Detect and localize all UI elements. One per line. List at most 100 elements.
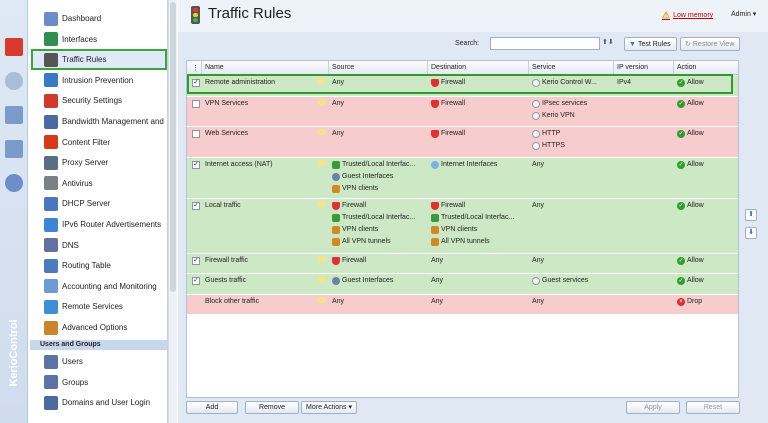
search-input[interactable] <box>490 37 600 50</box>
table-row[interactable]: ✓ Local traffic Firewall Trusted/Local Inte… <box>187 199 738 254</box>
rule-enabled-checkbox[interactable] <box>192 100 200 108</box>
nav-item-domains-and-user-login[interactable]: Domains and User Login <box>32 393 166 412</box>
nav-item-label: Domains and User Login <box>62 398 151 407</box>
rule-action[interactable]: ✓ Allow <box>677 97 704 110</box>
guest-icon <box>332 173 340 181</box>
nav-item-dns[interactable]: DNS <box>32 236 166 255</box>
rule-service-text: Any <box>532 257 545 264</box>
table-row[interactable]: ✓ Internet access (NAT) Trusted/Local Inte… <box>187 158 738 199</box>
low-memory-link[interactable]: Low memory <box>673 12 713 19</box>
rule-enabled-checkbox[interactable]: ✓ <box>192 202 200 210</box>
rule-enabled-checkbox[interactable] <box>192 130 200 138</box>
bandwidth-icon <box>44 114 58 129</box>
rule-service-entry: Kerio VPN <box>532 110 615 122</box>
rule-service-text: Any <box>532 298 545 305</box>
rule-destination-entry: Trusted/Local Interfac... <box>431 212 530 224</box>
low-memory-warning[interactable]: ⚠ Low memory <box>662 10 713 21</box>
nav-item-accounting-and-monitoring[interactable]: Accounting and Monitoring <box>32 277 166 296</box>
rule-source-entry: Any <box>332 98 429 110</box>
rule-enabled-checkbox[interactable]: ✓ <box>192 277 200 285</box>
column-header-destination[interactable]: Destination <box>431 64 466 71</box>
column-header-action[interactable]: Action <box>677 64 696 71</box>
logs-icon[interactable] <box>5 140 23 158</box>
nav-item-remote-services[interactable]: Remote Services <box>32 297 166 316</box>
rule-action[interactable]: ✓ Allow <box>677 199 704 212</box>
rule-source: Any <box>332 295 429 308</box>
reset-button[interactable]: Reset <box>686 401 740 414</box>
rule-enabled-checkbox[interactable]: ✓ <box>192 257 200 265</box>
column-separator[interactable] <box>673 61 674 75</box>
comment-icon[interactable] <box>317 129 326 135</box>
rule-source: Any <box>332 127 429 140</box>
comment-icon[interactable] <box>317 160 326 166</box>
column-handle-icon[interactable]: ⋮ <box>192 64 199 72</box>
comment-icon[interactable] <box>317 276 326 282</box>
column-separator[interactable] <box>427 61 428 75</box>
group-icon <box>44 375 58 389</box>
nav-item-label: DNS <box>62 240 79 250</box>
column-header-source[interactable]: Source <box>332 64 354 71</box>
rule-action[interactable]: ✓ Allow <box>677 254 704 267</box>
rule-action[interactable]: ✓ Allow <box>677 127 704 140</box>
restore-view-label: Restore View <box>692 40 735 48</box>
search-nav-arrows[interactable]: ⬆⬇ <box>602 38 620 49</box>
nav-item-dashboard[interactable]: Dashboard <box>32 9 166 28</box>
nav-item-groups[interactable]: Groups <box>32 373 166 392</box>
table-row[interactable]: Web Services Any Firewall HTTP HTTPS ✓ Allow <box>187 127 738 158</box>
test-rules-button[interactable]: ▼ Test Rules <box>624 37 677 51</box>
restore-view-button[interactable]: ↻ Restore View <box>680 37 740 51</box>
column-separator[interactable] <box>528 61 529 75</box>
nav-item-proxy-server[interactable]: Proxy Server <box>32 153 166 172</box>
rule-source-entry: Any <box>332 128 429 140</box>
status-icon[interactable] <box>5 174 23 192</box>
column-header-service[interactable]: Service <box>532 64 555 71</box>
nav-item-interfaces[interactable]: Interfaces <box>32 30 166 49</box>
nav-item-bandwidth-management-and[interactable]: Bandwidth Management and <box>32 112 166 131</box>
move-up-button[interactable]: ⬆ <box>745 209 757 221</box>
nav-item-intrusion-prevention[interactable]: Intrusion Prevention <box>32 71 166 90</box>
comment-icon[interactable] <box>317 256 326 262</box>
nav-item-content-filter[interactable]: Content Filter <box>32 133 166 152</box>
table-row[interactable]: ✓ Firewall traffic Firewall Any Any ✓ Allow <box>187 254 738 274</box>
nav-item-traffic-rules[interactable]: Traffic Rules <box>31 49 167 71</box>
rule-action[interactable]: × Drop <box>677 295 702 308</box>
comment-icon[interactable] <box>317 201 326 207</box>
more-actions-button[interactable]: More Actions ▾ <box>301 401 357 414</box>
rule-action[interactable]: ✓ Allow <box>677 274 704 287</box>
column-separator[interactable] <box>328 61 329 75</box>
apply-button[interactable]: Apply <box>626 401 680 414</box>
table-row[interactable]: ✓ Guests traffic Guest Interfaces Any Guest … <box>187 274 738 295</box>
column-separator[interactable] <box>613 61 614 75</box>
user-menu[interactable]: Admin ▾ <box>731 10 756 18</box>
nav-scrollbar[interactable] <box>168 0 177 423</box>
comment-icon[interactable] <box>317 99 326 105</box>
nav-item-antivirus[interactable]: Antivirus <box>32 174 166 193</box>
column-header-ip-version[interactable]: IP version <box>617 64 648 71</box>
remove-button[interactable]: Remove <box>245 401 299 414</box>
comment-icon[interactable] <box>317 297 326 303</box>
nav-item-users[interactable]: Users <box>32 352 166 371</box>
settings-icon[interactable] <box>5 72 23 90</box>
statistics-icon[interactable] <box>5 106 23 124</box>
rule-enabled-checkbox[interactable]: ✓ <box>192 161 200 169</box>
rule-source: Firewall <box>332 254 429 267</box>
nav-item-security-settings[interactable]: Security Settings <box>32 91 166 110</box>
table-row[interactable]: Block other traffic Any Any Any × Drop <box>187 295 738 315</box>
nav-scrollbar-thumb[interactable] <box>170 2 176 292</box>
nav-item-advanced-options[interactable]: Advanced Options <box>32 318 166 337</box>
firewall-icon[interactable] <box>5 38 23 56</box>
nav-item-routing-table[interactable]: Routing Table <box>32 256 166 275</box>
service-icon <box>532 100 540 108</box>
service-icon <box>532 277 540 285</box>
nav-item-dhcp-server[interactable]: DHCP Server <box>32 194 166 213</box>
interface-icon <box>431 214 439 222</box>
rule-action[interactable]: ✓ Allow <box>677 158 704 171</box>
table-row[interactable]: VPN Services Any Firewall IPsec services Ker… <box>187 97 738 127</box>
rule-destination-entry: All VPN tunnels <box>431 236 530 248</box>
column-header-name[interactable]: Name <box>205 64 224 71</box>
add-button[interactable]: Add <box>186 401 238 414</box>
nav-item-ipv6-router-advertisements[interactable]: IPv6 Router Advertisements <box>32 215 166 234</box>
rule-action-text: Allow <box>687 100 704 107</box>
move-down-button[interactable]: ⬇ <box>745 227 757 239</box>
column-separator[interactable] <box>201 61 202 75</box>
